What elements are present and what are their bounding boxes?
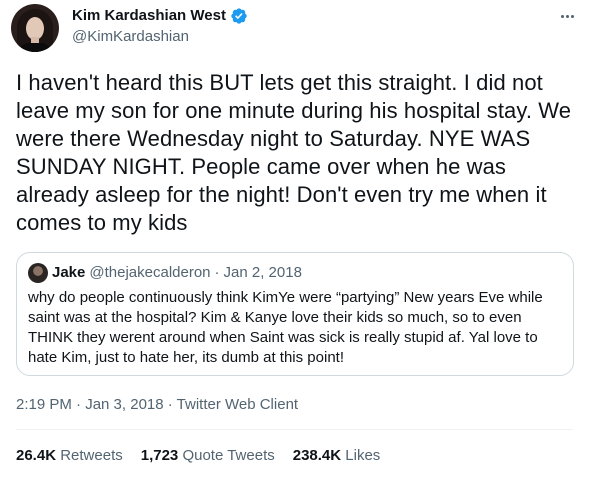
verified-badge-icon	[231, 8, 247, 24]
likes-label: Likes	[345, 447, 381, 464]
divider	[16, 429, 573, 430]
engagement-stats: 26.4K Retweets 1,723 Quote Tweets 238.4K…	[16, 446, 380, 466]
quoted-tweet[interactable]: Jake @thejakecalderon · Jan 2, 2018 why …	[16, 252, 574, 376]
likes-stat[interactable]: 238.4K Likes	[293, 446, 381, 466]
quoted-tweet-header: Jake @thejakecalderon · Jan 2, 2018	[28, 263, 302, 283]
author-display-name[interactable]: Kim Kardashian West	[72, 6, 226, 26]
quote-tweets-count: 1,723	[140, 447, 179, 464]
quoted-tweet-text: why do people continuously think KimYe w…	[28, 289, 543, 366]
more-options-icon[interactable]	[555, 4, 579, 28]
quoted-author-handle: @thejakecalderon	[89, 264, 211, 281]
author-handle[interactable]: @KimKardashian	[72, 27, 189, 47]
retweets-stat[interactable]: 26.4K Retweets	[16, 446, 123, 466]
quoted-author-name: Jake	[52, 264, 86, 281]
quote-tweets-label: Quote Tweets	[182, 447, 275, 464]
retweets-label: Retweets	[60, 447, 123, 464]
author-name-row: Kim Kardashian West	[72, 6, 248, 26]
quoted-author-avatar	[28, 263, 48, 283]
tweet-text: I haven't heard this BUT lets get this s…	[16, 70, 572, 235]
tweet: Kim Kardashian West @KimKardashian I hav…	[0, 0, 589, 486]
tweet-timestamp[interactable]: 2:19 PM · Jan 3, 2018 · Twitter Web Clie…	[16, 395, 298, 415]
retweets-count: 26.4K	[16, 447, 57, 464]
author-avatar[interactable]	[11, 4, 59, 52]
quoted-date: Jan 2, 2018	[223, 264, 302, 281]
likes-count: 238.4K	[292, 447, 342, 464]
quoted-separator: ·	[214, 264, 220, 281]
quote-tweets-stat[interactable]: 1,723 Quote Tweets	[141, 446, 275, 466]
